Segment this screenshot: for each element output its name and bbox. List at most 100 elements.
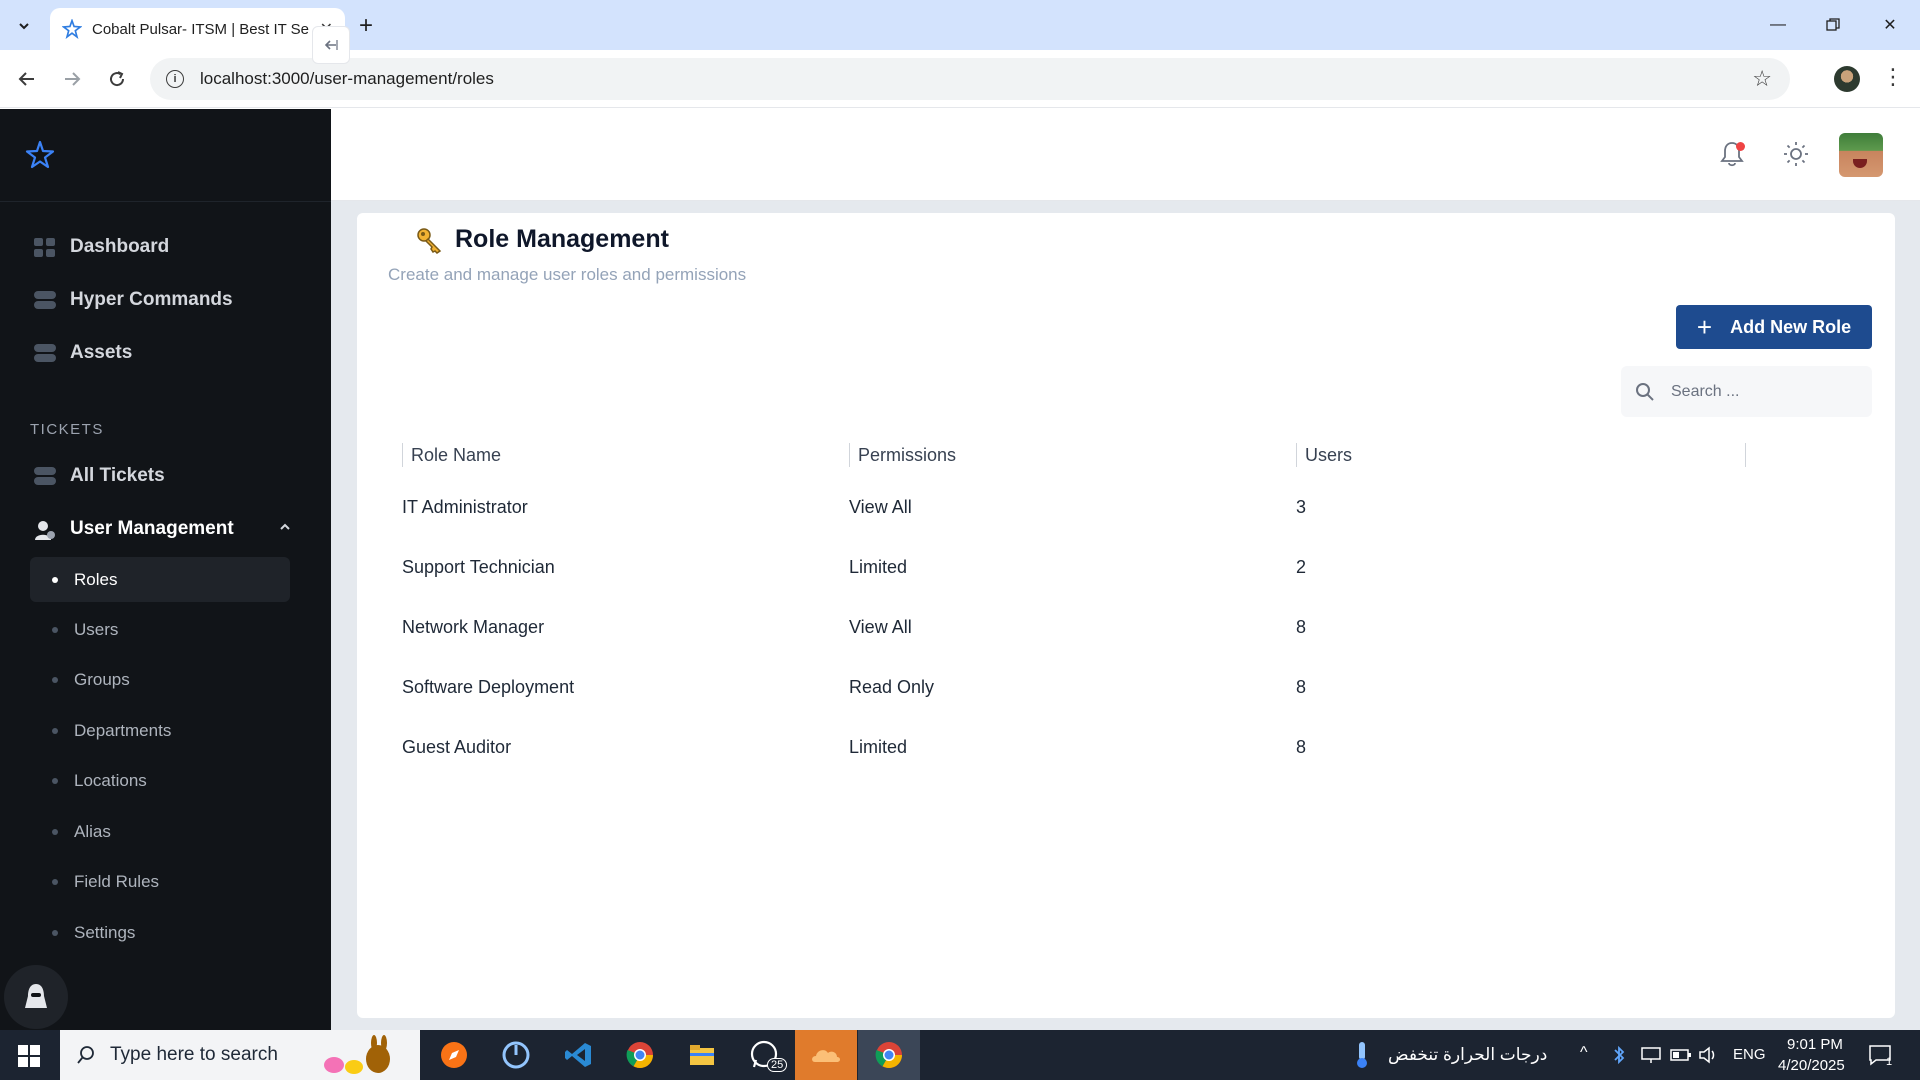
search-icon [77,1046,94,1064]
column-divider [1745,443,1746,467]
cell-permissions: View All [849,497,912,517]
browser-menu-kebab-icon[interactable]: ⋮ [1882,64,1904,90]
bullet-dot-icon [52,727,58,734]
role-management-card: Role Management Create and manage user r… [357,213,1895,1018]
clock-time[interactable]: 9:01 PM [1787,1036,1843,1053]
search-icon [1636,382,1654,401]
table-row[interactable]: Support Technician Limited 2 [402,539,1802,599]
cell-permissions: Limited [849,737,908,757]
weather-text[interactable]: درجات الحرارة تنخفض [1388,1045,1547,1065]
new-tab-plus-icon[interactable]: + [352,12,380,40]
sidebar-subitem-label: Groups [74,669,130,689]
plus-icon: + [1696,311,1713,342]
sidebar-subitem-settings[interactable]: Settings [30,910,290,955]
browser-profile-avatar[interactable] [1834,66,1860,92]
sidebar-item-dashboard[interactable]: Dashboard [34,236,169,258]
sidebar-subitem-departments[interactable]: Departments [30,708,290,753]
sidebar-subitem-label: Locations [74,770,147,790]
minimize-icon[interactable]: — [1758,10,1798,40]
sidebar-item-assets[interactable]: Assets [34,342,132,364]
sidebar-subitem-locations[interactable]: Locations [30,758,290,803]
user-avatar[interactable] [1839,133,1883,177]
sidebar-subitem-users[interactable]: Users [30,607,290,652]
search-box[interactable] [1621,366,1872,417]
column-header-permissions[interactable]: Permissions [849,443,956,467]
sidebar-collapse-button[interactable] [312,26,350,64]
taskbar-file-explorer-icon[interactable] [685,1038,719,1072]
bullet-dot-icon [52,929,58,936]
windows-start-icon[interactable] [18,1045,40,1067]
bookmark-star-icon[interactable]: ☆ [1752,66,1772,92]
tray-chevron-up-icon[interactable]: ^ [1580,1044,1588,1062]
taskbar-app-compass-icon[interactable] [437,1038,471,1072]
sidebar-item-all-tickets[interactable]: All Tickets [34,465,165,487]
toggle-icon [34,467,56,485]
tab-title: Cobalt Pulsar- ITSM | Best IT Se [92,20,310,38]
add-new-role-button[interactable]: + Add New Role [1676,305,1872,349]
column-header-role-name[interactable]: Role Name [402,443,501,467]
volume-icon[interactable] [1698,1046,1720,1064]
taskbar-search[interactable]: Type here to search [60,1030,420,1080]
table-row[interactable]: Software Deployment Read Only 8 [402,659,1802,719]
column-header-users[interactable]: Users [1296,443,1352,467]
search-input[interactable] [1671,382,1851,401]
close-window-icon[interactable]: ✕ [1870,10,1910,40]
sidebar-subitem-label: Departments [74,720,172,740]
sidebar-item-label: Assets [70,342,133,363]
add-new-role-label: Add New Role [1730,316,1852,337]
back-arrow-icon[interactable] [12,64,42,94]
browser-toolbar: i localhost:3000/user-management/roles ☆… [0,50,1920,108]
network-monitor-icon[interactable] [1640,1046,1662,1064]
table-row[interactable]: IT Administrator View All 3 [402,479,1802,539]
site-info-icon[interactable]: i [166,70,184,88]
sidebar-item-hyper-commands[interactable]: Hyper Commands [34,289,233,311]
taskbar-app-power-icon[interactable] [499,1038,533,1072]
taskbar-whatsapp-icon[interactable]: 25 [747,1038,788,1072]
sidebar-subitem-groups[interactable]: Groups [30,657,290,702]
sidebar-subitem-field-rules[interactable]: Field Rules [30,859,290,904]
taskbar-chrome-icon[interactable] [623,1038,657,1072]
taskbar-vscode-icon[interactable] [561,1038,595,1072]
battery-icon[interactable] [1670,1048,1692,1062]
sidebar-item-label: Hyper Commands [70,289,233,310]
cell-role-name: Guest Auditor [402,737,512,757]
tab-list-chevron-icon[interactable] [10,12,38,40]
clock-date[interactable]: 4/20/2025 [1778,1057,1845,1074]
cell-users: 2 [1296,557,1307,577]
sidebar-item-label: User Management [70,518,234,539]
restore-icon[interactable] [1813,10,1853,40]
sidebar-subitem-label: Roles [74,569,118,589]
browser-tab-bar: Cobalt Pulsar- ITSM | Best IT Se ✕ + — ✕ [0,0,1920,50]
browser-tab-active[interactable]: Cobalt Pulsar- ITSM | Best IT Se ✕ [50,8,345,50]
page-subtitle: Create and manage user roles and permiss… [388,265,747,284]
sidebar-subitem-roles[interactable]: Roles [30,557,290,602]
page-title-text: Role Management [455,225,669,253]
forward-arrow-icon[interactable] [57,64,87,94]
theme-sun-icon[interactable] [1781,139,1811,169]
thermometer-icon [1357,1042,1367,1068]
assistant-avatar[interactable] [4,965,68,1029]
cell-permissions: Read Only [849,677,935,697]
sidebar-item-label: All Tickets [70,465,165,486]
app-logo-star-icon[interactable] [24,139,56,171]
sidebar-subitem-label: Alias [74,821,111,841]
user-icon [34,520,56,540]
cell-role-name: Support Technician [402,557,555,577]
cell-permissions: Limited [849,557,908,577]
taskbar-chrome-active[interactable] [858,1030,920,1080]
table-row[interactable]: Network Manager View All 8 [402,599,1802,659]
bluetooth-icon[interactable] [1612,1045,1626,1065]
language-indicator[interactable]: ENG [1733,1046,1766,1063]
page-title: Role Management [417,225,669,254]
sidebar-subitem-alias[interactable]: Alias [30,809,290,854]
sidebar-item-label: Dashboard [70,236,170,257]
bullet-dot-icon [52,626,58,633]
chevron-up-icon[interactable] [278,520,292,539]
roles-table: Role Name Permissions Users IT Administr… [402,433,1802,779]
toggle-icon [34,344,56,362]
table-row[interactable]: Guest Auditor Limited 8 [402,719,1802,779]
taskbar-cloudflare-active[interactable] [795,1030,857,1080]
address-bar[interactable]: i localhost:3000/user-management/roles ☆ [150,58,1790,100]
reload-icon[interactable] [102,64,132,94]
sidebar-item-user-management[interactable]: User Management [34,518,294,540]
